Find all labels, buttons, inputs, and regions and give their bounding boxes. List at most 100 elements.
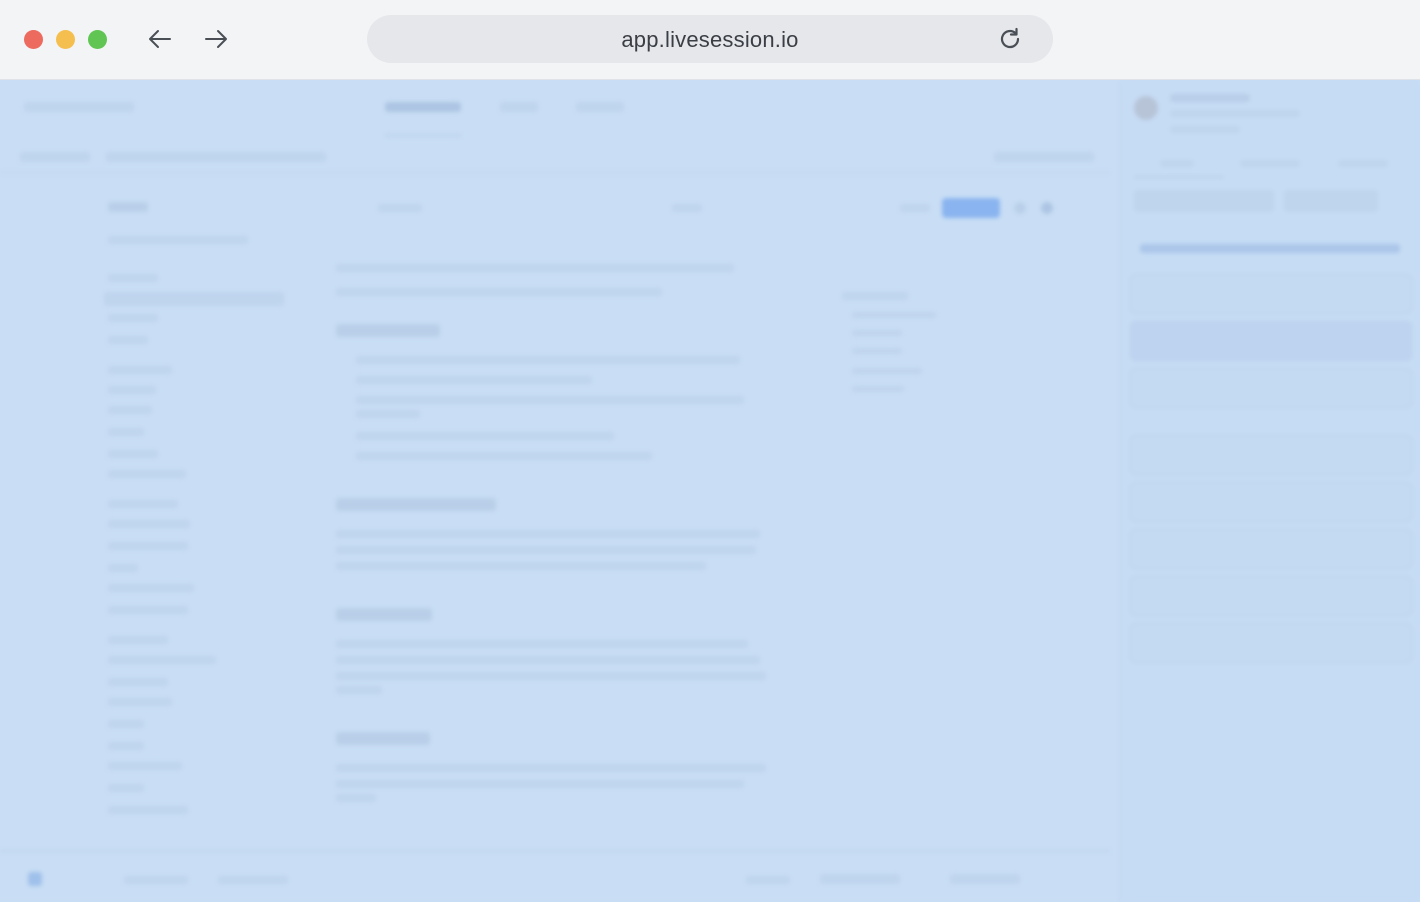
user-meta-placeholder: [1170, 110, 1300, 117]
sidebar-line-placeholder: [108, 406, 152, 414]
sidebar-active-placeholder: [104, 292, 284, 306]
list-item-placeholder: [356, 410, 420, 418]
sidebar-line-placeholder: [108, 500, 178, 508]
filter-select-placeholder: [1284, 190, 1378, 212]
blurred-page-content: [0, 80, 1420, 902]
toc-placeholder: [852, 368, 922, 374]
reload-icon[interactable]: [997, 26, 1023, 52]
play-icon-placeholder: [28, 872, 42, 886]
address-bar[interactable]: app.livesession.io: [367, 15, 1053, 63]
toc-placeholder: [842, 292, 908, 300]
sidebar-line-placeholder: [108, 606, 188, 614]
paragraph-placeholder: [336, 640, 748, 648]
sidebar-line-placeholder: [108, 314, 158, 322]
back-button[interactable]: [145, 24, 175, 54]
speed-placeholder: [218, 876, 288, 884]
event-card-placeholder: [1130, 435, 1412, 475]
heading-placeholder: [336, 498, 496, 511]
toc-placeholder: [852, 386, 904, 392]
paragraph-placeholder: [336, 672, 766, 680]
paragraph-placeholder: [336, 562, 706, 570]
list-item-placeholder: [356, 356, 740, 364]
sidebar-line-placeholder: [108, 636, 168, 644]
sidebar-line-placeholder: [108, 274, 158, 282]
panel-tab-placeholder: [1240, 160, 1300, 167]
primary-button-placeholder: [942, 198, 1000, 218]
sidebar-line-placeholder: [108, 428, 144, 436]
list-item-placeholder: [356, 396, 744, 404]
list-item-placeholder: [356, 432, 614, 440]
divider: [0, 172, 1110, 173]
paragraph-placeholder: [336, 546, 756, 554]
event-card-placeholder: [1130, 482, 1412, 522]
sidebar-line-placeholder: [108, 656, 216, 664]
paragraph-placeholder: [336, 530, 760, 538]
avatar-placeholder: [1134, 96, 1158, 120]
event-card-placeholder: [1130, 529, 1412, 569]
search-placeholder: [378, 204, 422, 212]
heading-placeholder: [336, 608, 432, 621]
event-card-placeholder: [1130, 321, 1412, 361]
paragraph-placeholder: [336, 686, 382, 694]
arrow-left-icon: [149, 30, 171, 48]
sidebar-line-placeholder: [108, 236, 248, 244]
sidebar-line-placeholder: [108, 564, 138, 572]
sidebar-line-placeholder: [108, 806, 188, 814]
sidebar-heading-placeholder: [108, 202, 148, 212]
back-link-placeholder: [24, 102, 134, 112]
control-placeholder: [820, 874, 900, 884]
timeline-track-placeholder: [0, 850, 1110, 852]
sidebar-line-placeholder: [108, 784, 144, 792]
toolbar-placeholder: [900, 204, 930, 212]
sidebar-line-placeholder: [108, 386, 156, 394]
blurred-layer: [0, 80, 1420, 902]
paragraph-placeholder: [336, 656, 760, 664]
event-card-placeholder: [1130, 274, 1412, 314]
sidebar-line-placeholder: [108, 720, 144, 728]
sidebar-line-placeholder: [108, 698, 172, 706]
sidebar-line-placeholder: [108, 742, 144, 750]
heading-placeholder: [336, 732, 430, 745]
filter-input-placeholder: [1134, 190, 1274, 212]
event-card-placeholder: [1130, 576, 1412, 616]
forward-button[interactable]: [201, 24, 231, 54]
icon-placeholder: [1041, 202, 1053, 214]
maximize-window-button[interactable]: [88, 30, 107, 49]
tab-placeholder: [500, 102, 538, 112]
sidebar-line-placeholder: [108, 678, 168, 686]
toolbar-placeholder: [994, 152, 1094, 162]
paragraph-placeholder: [336, 288, 662, 296]
close-window-button[interactable]: [24, 30, 43, 49]
toolbar-placeholder: [20, 152, 90, 162]
sidebar-line-placeholder: [108, 584, 194, 592]
toolbar-placeholder: [672, 204, 702, 212]
control-placeholder: [746, 876, 790, 884]
arrow-right-icon: [205, 30, 227, 48]
sidebar-line-placeholder: [108, 450, 158, 458]
user-name-placeholder: [1170, 94, 1250, 102]
paragraph-placeholder: [336, 794, 376, 802]
paragraph-placeholder: [336, 764, 766, 772]
sidebar-line-placeholder: [108, 336, 148, 344]
heading-placeholder: [336, 324, 440, 337]
tab-placeholder: [385, 102, 461, 112]
sidebar-line-placeholder: [108, 762, 182, 770]
toc-placeholder: [852, 330, 902, 336]
tab-placeholder: [576, 102, 624, 112]
list-item-placeholder: [356, 376, 592, 384]
panel-tab-placeholder: [1338, 160, 1388, 167]
icon-placeholder: [1014, 202, 1026, 214]
user-meta-placeholder: [1170, 126, 1240, 133]
control-placeholder: [950, 874, 1020, 884]
minimize-window-button[interactable]: [56, 30, 75, 49]
sidebar-line-placeholder: [108, 520, 190, 528]
sidebar-line-placeholder: [108, 542, 188, 550]
tab-underline-placeholder: [385, 134, 461, 137]
url-text: app.livesession.io: [621, 27, 799, 52]
list-item-placeholder: [356, 452, 652, 460]
link-placeholder: [1140, 244, 1400, 253]
panel-tab-placeholder: [1160, 160, 1194, 167]
event-card-placeholder: [1130, 368, 1412, 408]
panel-tab-underline: [1134, 176, 1224, 178]
browser-toolbar: app.livesession.io: [0, 0, 1420, 80]
